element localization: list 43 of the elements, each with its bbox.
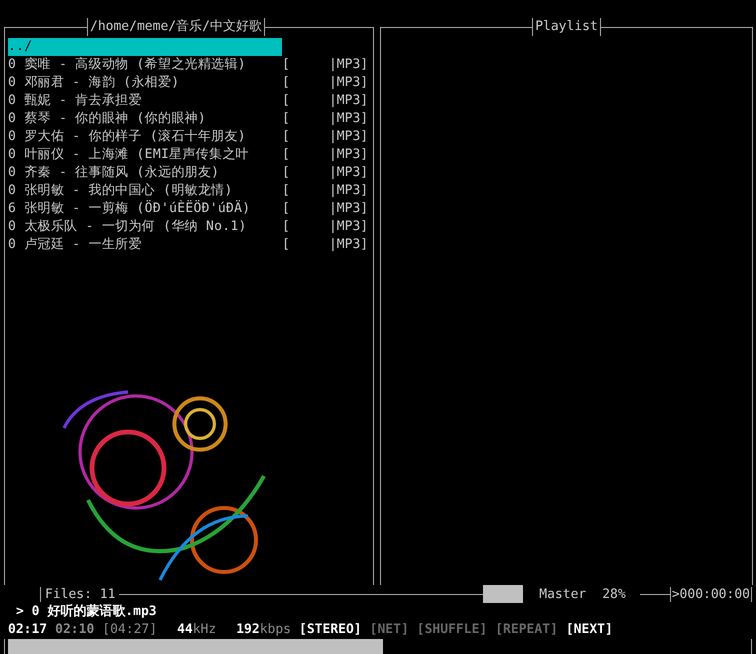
- file-format: [ |MP3]: [282, 56, 368, 74]
- file-entry[interactable]: ../: [8, 38, 282, 56]
- file-entry[interactable]: 6 张明敏 - 一剪梅 (ÖÐ'úÈËÖÐ'úÐÄ): [8, 200, 282, 218]
- sample-rate: 44: [177, 621, 193, 639]
- bitrate-unit: kbps: [260, 621, 292, 639]
- total-time: [04:27]: [102, 621, 158, 639]
- file-entry[interactable]: 0 窦唯 - 高级动物 (希望之光精选辑): [8, 56, 282, 74]
- file-format: [ |MP3]: [282, 146, 368, 164]
- file-format: [ |MP3]: [282, 110, 368, 128]
- volume-bar[interactable]: [483, 585, 524, 603]
- rate-unit: kHz: [192, 621, 216, 639]
- file-format: [ |MP3]: [282, 218, 368, 236]
- elapsed-time: 02:17: [8, 621, 48, 639]
- panel-title: /home/meme/音乐/中文好歌: [87, 18, 265, 36]
- time-counter: >000:00:00: [670, 586, 752, 602]
- status-label: [NEXT]: [566, 621, 613, 639]
- file-format: [ |MP3]: [282, 200, 368, 218]
- file-format: [ |MP3]: [282, 182, 368, 200]
- volume-percent: 28%: [602, 586, 626, 602]
- file-format: [ |MP3]: [282, 92, 368, 110]
- file-entry[interactable]: 0 齐秦 - 往事随风 (永远的朋友): [8, 164, 282, 182]
- file-format: [ |MP3]: [282, 128, 368, 146]
- file-entry[interactable]: 0 叶丽仪 - 上海滩 (EMI星声传集之叶: [8, 146, 282, 164]
- file-entry[interactable]: 0 罗大佑 - 你的样子 (滚石十年朋友): [8, 128, 282, 146]
- file-entry[interactable]: 0 太极乐队 - 一切为何 (华纳 No.1): [8, 218, 282, 236]
- remaining-time: 02:10: [55, 621, 94, 639]
- file-format: [ |MP3]: [282, 74, 368, 92]
- file-entry[interactable]: 0 甄妮 - 肯去承担爱: [8, 92, 282, 110]
- status-label: [SHUFFLE]: [416, 621, 488, 639]
- panel-title: Playlist: [532, 18, 601, 36]
- status-label: [STEREO]: [299, 621, 362, 639]
- status-label: [NET]: [370, 621, 409, 639]
- now-playing: > 0 好听的蒙语歌.mp3: [15, 603, 158, 621]
- file-entry[interactable]: 0 邓丽君 - 海韵 (永相爱): [8, 74, 282, 92]
- file-entry[interactable]: 0 卢冠廷 - 一生所爱: [8, 236, 282, 254]
- file-entry[interactable]: 0 蔡琴 - 你的眼神 (你的眼神): [8, 110, 282, 128]
- bitrate: 192: [236, 621, 260, 639]
- file-entry[interactable]: 0 张明敏 - 我的中国心 (明敏龙情): [8, 182, 282, 200]
- file-count: Files: 11: [40, 586, 120, 602]
- status-label: [REPEAT]: [495, 621, 558, 639]
- mixer-name: Master: [539, 586, 586, 602]
- file-format: [ |MP3]: [282, 164, 368, 182]
- file-format: [ |MP3]: [282, 236, 368, 254]
